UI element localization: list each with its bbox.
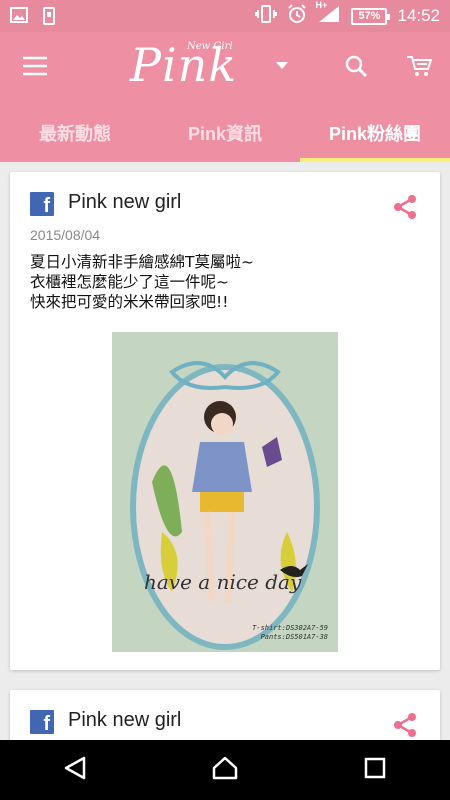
recent-apps-icon	[364, 757, 386, 783]
status-bar: H+ 57% 14:52	[0, 0, 450, 32]
post-image[interactable]: have a nice day T-shirt:DS302A7-59 Pants…	[112, 332, 338, 652]
tab-pink-info[interactable]: Pink資訊	[150, 104, 300, 162]
facebook-icon: f	[30, 192, 54, 216]
search-button[interactable]	[338, 50, 374, 86]
post-date: 2015/08/04	[30, 227, 101, 243]
facebook-icon: f	[30, 710, 54, 734]
battery-level: 57%	[358, 10, 381, 22]
battery-indicator: 57%	[351, 7, 391, 25]
alarm-icon	[287, 4, 307, 28]
share-button[interactable]	[392, 712, 418, 738]
post-illustration	[112, 332, 338, 652]
vibrate-icon	[255, 5, 278, 27]
post-card: f Pink new girl 2015/08/04 夏日小清新非手繪感綿T莫屬…	[10, 172, 440, 670]
dropdown-caret-icon	[276, 62, 288, 69]
brand-logo-subtext: New Girl	[187, 41, 233, 52]
brand-logo-button[interactable]: Pink New Girl	[0, 32, 300, 104]
app-toolbar: Pink New Girl	[0, 32, 450, 104]
system-navigation-bar	[0, 740, 450, 800]
phone-storage-icon	[42, 7, 56, 29]
post-author: Pink new girl	[68, 191, 182, 213]
home-button[interactable]	[195, 740, 255, 800]
image-icon	[10, 7, 28, 29]
network-type-label: H+	[315, 0, 328, 10]
image-caption: have a nice day	[144, 570, 302, 594]
post-text: 夏日小清新非手繪感綿T莫屬啦~ 衣櫃裡怎麼能少了這一件呢~ 快來把可愛的米米帶回…	[30, 253, 254, 311]
image-product-codes: T-shirt:DS302A7-59 Pants:DS501A7-38	[252, 624, 328, 641]
cart-icon	[406, 54, 433, 82]
tab-bar: 最新動態 Pink資訊 Pink粉絲團	[0, 104, 450, 162]
search-icon	[344, 54, 368, 82]
recent-apps-button[interactable]	[345, 740, 405, 800]
clock: 14:52	[397, 6, 440, 25]
cart-button[interactable]	[401, 50, 437, 86]
tab-latest-news[interactable]: 最新動態	[0, 104, 150, 162]
signal-icon: H+	[315, 0, 341, 28]
tab-pink-fan-page[interactable]: Pink粉絲團	[300, 104, 450, 162]
back-button[interactable]	[45, 740, 105, 800]
back-icon	[62, 755, 88, 785]
post-author: Pink new girl	[68, 709, 182, 731]
share-button[interactable]	[392, 194, 418, 220]
share-icon	[392, 195, 418, 224]
home-icon	[211, 755, 239, 785]
